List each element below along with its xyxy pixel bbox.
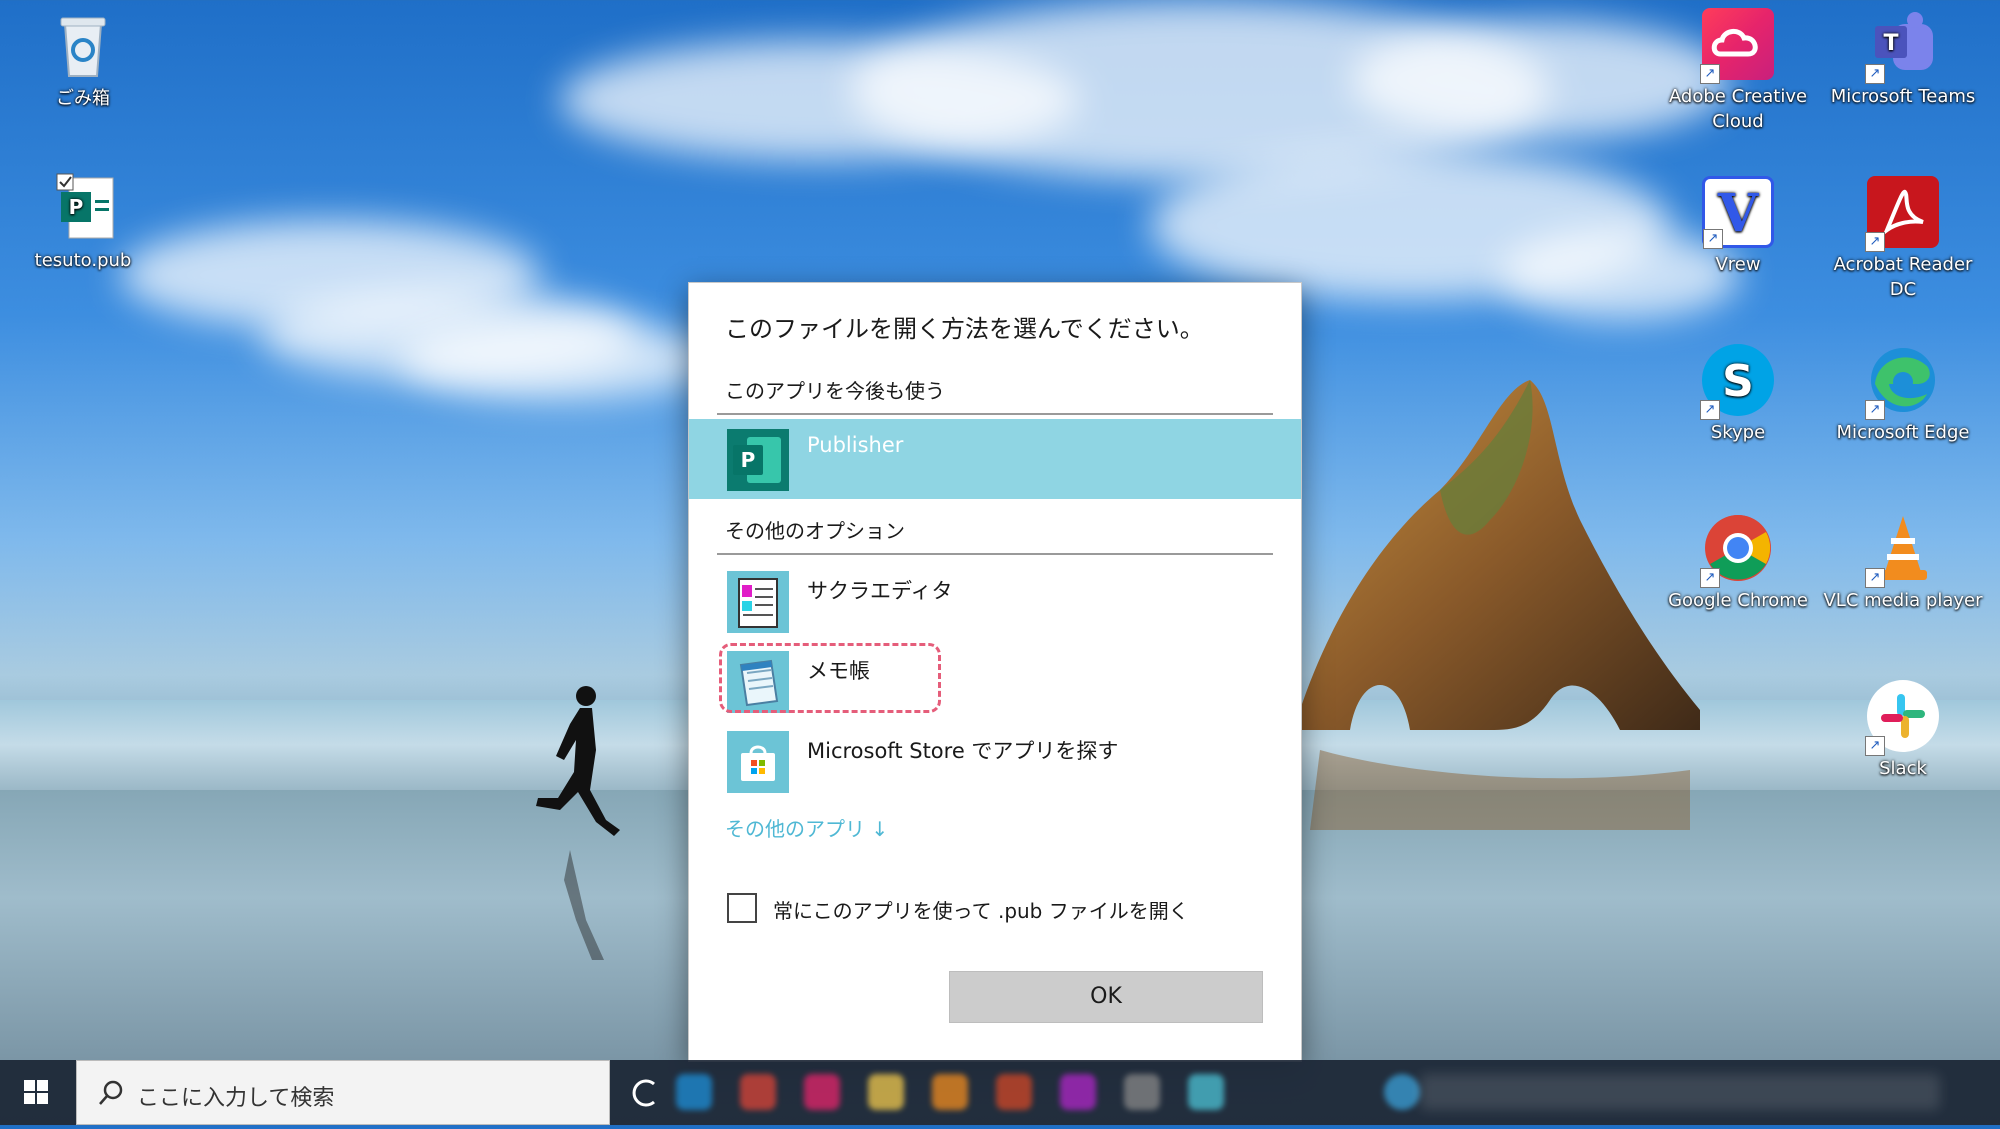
app-option-microsoft-store[interactable]: Microsoft Store でアプリを探す [689,721,1301,801]
notepad-highlight-outline [719,643,941,713]
app-name: Microsoft Store でアプリを探す [807,739,1119,763]
more-apps-link[interactable]: その他のアプリ ↓ [725,813,888,842]
taskbar-app-edge[interactable] [676,1074,712,1110]
system-tray[interactable] [1420,1074,1940,1110]
start-button[interactable] [0,1060,74,1125]
svg-text:P: P [69,195,84,219]
desktop-icon-adobe-creative-cloud[interactable]: ↗ Adobe Creative Cloud [1653,8,1823,134]
desktop-icon-vlc[interactable]: ↗ VLC media player [1818,512,1988,613]
desktop-icon-label: Acrobat Reader DC [1833,254,1973,300]
windows-logo-icon [24,1080,48,1104]
runner-silhouette [536,686,620,960]
publisher-file-icon: P [47,172,119,244]
desktop-icon-label: VLC media player [1823,590,1983,611]
taskbar-app-vlc[interactable] [932,1074,968,1110]
microsoft-edge-icon: ↗ [1865,344,1939,420]
search-placeholder: ここに入力して検索 [137,1086,335,1111]
taskbar-app-powerpoint[interactable] [996,1074,1032,1110]
desktop-icon-microsoft-edge[interactable]: ↗ Microsoft Edge [1818,344,1988,445]
desktop-icon-skype[interactable]: S ↗ Skype [1653,344,1823,445]
desktop-icon-label: Adobe Creative Cloud [1668,86,1808,132]
vrew-icon: V ↗ [1702,176,1774,249]
divider [717,553,1273,555]
always-use-checkbox[interactable] [727,893,757,923]
taskbar: ここに入力して検索 [0,1060,2000,1125]
desktop-icon-label: Microsoft Teams [1830,86,1976,107]
recycle-bin-icon [47,10,119,82]
taskbar-app-generic[interactable] [1384,1074,1420,1110]
rock-island [1300,380,1700,830]
vlc-cone-icon: ↗ [1865,512,1939,588]
sakura-editor-icon [727,571,789,633]
publisher-icon: P [727,429,789,491]
taskbar-search-box[interactable]: ここに入力して検索 [76,1060,610,1125]
slack-icon: ↗ [1865,680,1939,756]
desktop-icon-tesuto-pub[interactable]: P tesuto.pub [0,172,168,273]
app-name: Publisher [807,433,904,457]
desktop-icon-slack[interactable]: ↗ Slack [1818,680,1988,781]
svg-text:T: T [1883,31,1898,56]
divider [717,413,1273,415]
keep-using-label: このアプリを今後も使う [725,379,945,403]
desktop-icon-vrew[interactable]: V ↗ Vrew [1653,176,1823,277]
dialog-title: このファイルを開く方法を選んでください。 [725,315,1204,343]
desktop-icon-label: Skype [1710,422,1766,443]
microsoft-store-icon [727,731,789,793]
microsoft-teams-icon: T ↗ [1865,8,1939,84]
taskbar-app-teams[interactable] [1060,1074,1096,1110]
desktop-icon-label: Microsoft Edge [1836,422,1970,443]
desktop-icon-label: ごみ箱 [56,88,110,109]
desktop-icon-recycle-bin[interactable]: ごみ箱 [0,10,168,111]
skype-icon: S ↗ [1700,344,1774,420]
taskbar-app-generic[interactable] [1124,1074,1160,1110]
app-option-publisher[interactable]: P Publisher [689,419,1301,499]
app-name: サクラエディタ [807,579,953,603]
svg-text:V: V [1717,183,1760,244]
cortana-icon[interactable] [628,1076,662,1110]
ok-button[interactable]: OK [949,971,1263,1023]
search-icon [99,1080,123,1105]
adobe-creative-cloud-icon: ↗ [1700,8,1774,84]
desktop-icon-google-chrome[interactable]: ↗ Google Chrome [1653,512,1823,613]
svg-text:S: S [1722,356,1754,407]
desktop-icon-label: Vrew [1715,254,1761,275]
google-chrome-icon: ↗ [1700,512,1774,588]
taskbar-app-explorer[interactable] [868,1074,904,1110]
acrobat-reader-icon: ↗ [1865,176,1939,252]
svg-text:P: P [741,448,756,472]
desktop-icon-label: tesuto.pub [34,250,132,271]
desktop-icon-acrobat-reader[interactable]: ↗ Acrobat Reader DC [1818,176,1988,302]
taskbar-app-chrome[interactable] [740,1074,776,1110]
taskbar-app-creative-cloud[interactable] [804,1074,840,1110]
always-use-label: 常にこのアプリを使って .pub ファイルを開く [773,899,1189,923]
desktop-icon-label: Google Chrome [1668,590,1808,611]
app-option-sakura-editor[interactable]: サクラエディタ [689,561,1301,641]
desktop-icon-microsoft-teams[interactable]: T ↗ Microsoft Teams [1818,8,1988,109]
taskbar-app-generic[interactable] [1188,1074,1224,1110]
desktop-icon-label: Slack [1879,758,1927,779]
other-options-label: その他のオプション [725,519,905,543]
open-with-dialog: このファイルを開く方法を選んでください。 このアプリを今後も使う P Publi… [688,282,1302,1062]
